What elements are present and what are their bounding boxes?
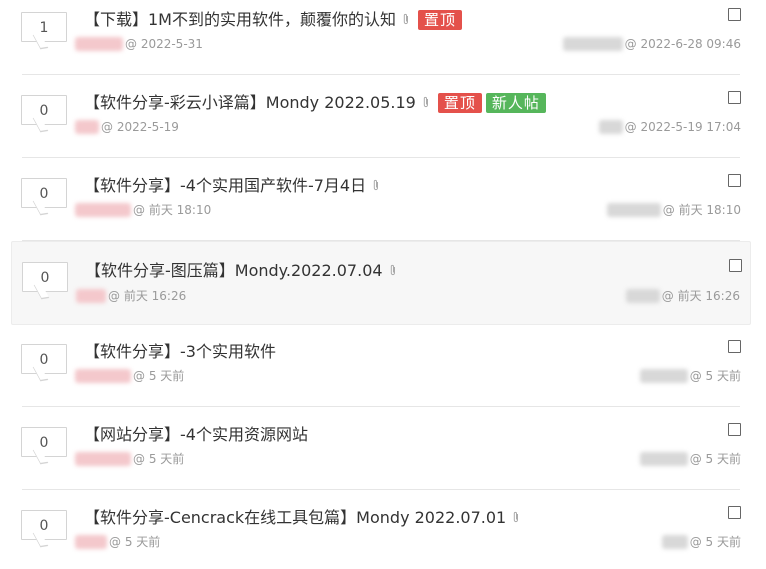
paperclip-icon — [372, 174, 380, 198]
last-reply-meta: @ 前天 18:10 — [606, 202, 741, 218]
reply-count: 0 — [21, 95, 67, 125]
author-avatar[interactable] — [76, 289, 106, 303]
new-user-badge[interactable]: 新人帖 — [485, 93, 546, 113]
last-reply-date: @ 前天 18:10 — [662, 203, 741, 217]
last-reply-date: @ 2022-5-19 17:04 — [624, 120, 741, 134]
last-replier[interactable] — [639, 452, 688, 466]
post-meta: @ 前天 18:10 — [75, 202, 211, 218]
post-meta: @ 5 天前 — [75, 451, 184, 467]
thread-title-link[interactable]: 【软件分享】-4个实用国产软件-7月4日 — [84, 174, 366, 198]
thread-row: 1 【下载】1M不到的实用软件，颠覆你的认知 置顶 @ 2022-5-31 @ … — [11, 0, 751, 83]
last-reply-date: @ 2022-6-28 09:46 — [624, 37, 741, 51]
post-date: @ 5 天前 — [133, 369, 185, 383]
thread-title-wrap: 【软件分享-图压篇】Mondy.2022.07.04 — [85, 259, 401, 283]
select-checkbox[interactable] — [728, 506, 741, 519]
last-reply-meta: @ 2022-6-28 09:46 — [562, 36, 741, 52]
reply-count: 0 — [21, 178, 67, 208]
author-avatar[interactable] — [75, 203, 131, 217]
thread-list: 1 【下载】1M不到的实用软件，颠覆你的认知 置顶 @ 2022-5-31 @ … — [0, 0, 766, 569]
thread-row: 0 【软件分享-彩云小译篇】Mondy 2022.05.19 置顶 新人帖 @ … — [11, 83, 751, 166]
post-meta: @ 5 天前 — [75, 534, 160, 550]
divider — [22, 406, 740, 407]
last-reply-date: @ 5 天前 — [689, 535, 741, 549]
thread-title-link[interactable]: 【软件分享】-3个实用软件 — [84, 340, 276, 364]
author-avatar[interactable] — [75, 535, 107, 549]
divider — [22, 157, 740, 158]
paperclip-icon — [422, 91, 430, 115]
thread-row: 0 【软件分享】-3个实用软件 @ 5 天前 @ 5 天前 — [11, 332, 751, 415]
author-avatar[interactable] — [75, 452, 131, 466]
pinned-badge[interactable]: 置顶 — [437, 93, 482, 113]
last-reply-date: @ 5 天前 — [689, 452, 741, 466]
thread-title-wrap: 【网站分享】-4个实用资源网站 — [84, 423, 308, 447]
reply-count: 0 — [21, 427, 67, 457]
reply-count: 0 — [22, 262, 68, 292]
select-checkbox[interactable] — [728, 91, 741, 104]
thread-title-wrap: 【软件分享】-3个实用软件 — [84, 340, 276, 364]
last-reply-meta: @ 5 天前 — [639, 451, 741, 467]
reply-count: 0 — [21, 344, 67, 374]
paperclip-icon — [402, 8, 410, 32]
divider — [22, 489, 740, 490]
last-reply-meta: @ 5 天前 — [639, 368, 741, 384]
select-checkbox[interactable] — [728, 423, 741, 436]
thread-row: 0 【软件分享-Cencrack在线工具包篇】Mondy 2022.07.01 … — [11, 498, 751, 569]
author-avatar[interactable] — [75, 37, 123, 51]
thread-title-wrap: 【软件分享】-4个实用国产软件-7月4日 — [84, 174, 384, 198]
post-date: @ 5 天前 — [133, 452, 185, 466]
last-reply-date: @ 前天 16:26 — [661, 289, 740, 303]
paperclip-icon — [512, 506, 520, 530]
thread-title-wrap: 【下载】1M不到的实用软件，颠覆你的认知 置顶 — [84, 8, 463, 32]
post-date: @ 5 天前 — [109, 535, 161, 549]
divider — [22, 74, 740, 75]
thread-title-link[interactable]: 【网站分享】-4个实用资源网站 — [84, 423, 308, 447]
thread-row: 0 【软件分享】-4个实用国产软件-7月4日 @ 前天 18:10 @ 前天 1… — [11, 166, 751, 249]
post-date: @ 2022-5-19 — [101, 120, 179, 134]
author-avatar[interactable] — [75, 369, 131, 383]
thread-title-link[interactable]: 【软件分享-图压篇】Mondy.2022.07.04 — [85, 259, 383, 283]
reply-count: 0 — [21, 510, 67, 540]
post-meta: @ 前天 16:26 — [76, 288, 186, 304]
select-checkbox[interactable] — [728, 8, 741, 21]
last-reply-date: @ 5 天前 — [689, 369, 741, 383]
thread-title-link[interactable]: 【下载】1M不到的实用软件，颠覆你的认知 — [84, 8, 396, 32]
post-meta: @ 2022-5-31 — [75, 36, 203, 52]
select-checkbox[interactable] — [728, 174, 741, 187]
select-checkbox[interactable] — [728, 340, 741, 353]
post-meta: @ 2022-5-19 — [75, 119, 179, 135]
last-reply-meta: @ 5 天前 — [661, 534, 741, 550]
select-checkbox[interactable] — [729, 259, 742, 272]
author-avatar[interactable] — [75, 120, 99, 134]
last-replier[interactable] — [625, 289, 660, 303]
last-replier[interactable] — [598, 120, 623, 134]
last-replier[interactable] — [661, 535, 688, 549]
thread-row: 0 【网站分享】-4个实用资源网站 @ 5 天前 @ 5 天前 — [11, 415, 751, 498]
last-reply-meta: @ 2022-5-19 17:04 — [598, 119, 741, 135]
post-meta: @ 5 天前 — [75, 368, 184, 384]
post-date: @ 前天 18:10 — [133, 203, 212, 217]
post-date: @ 2022-5-31 — [125, 37, 203, 51]
last-reply-meta: @ 前天 16:26 — [625, 288, 740, 304]
last-replier[interactable] — [562, 37, 623, 51]
thread-title-wrap: 【软件分享-Cencrack在线工具包篇】Mondy 2022.07.01 — [84, 506, 524, 530]
paperclip-icon — [389, 259, 397, 283]
post-date: @ 前天 16:26 — [108, 289, 187, 303]
pinned-badge[interactable]: 置顶 — [418, 10, 463, 30]
thread-title-link[interactable]: 【软件分享-Cencrack在线工具包篇】Mondy 2022.07.01 — [84, 506, 506, 530]
thread-title-link[interactable]: 【软件分享-彩云小译篇】Mondy 2022.05.19 — [84, 91, 416, 115]
thread-row: 0 【软件分享-图压篇】Mondy.2022.07.04 @ 前天 16:26 … — [11, 241, 751, 325]
reply-count: 1 — [21, 12, 67, 42]
last-replier[interactable] — [639, 369, 688, 383]
last-replier[interactable] — [606, 203, 661, 217]
thread-title-wrap: 【软件分享-彩云小译篇】Mondy 2022.05.19 置顶 新人帖 — [84, 91, 546, 115]
